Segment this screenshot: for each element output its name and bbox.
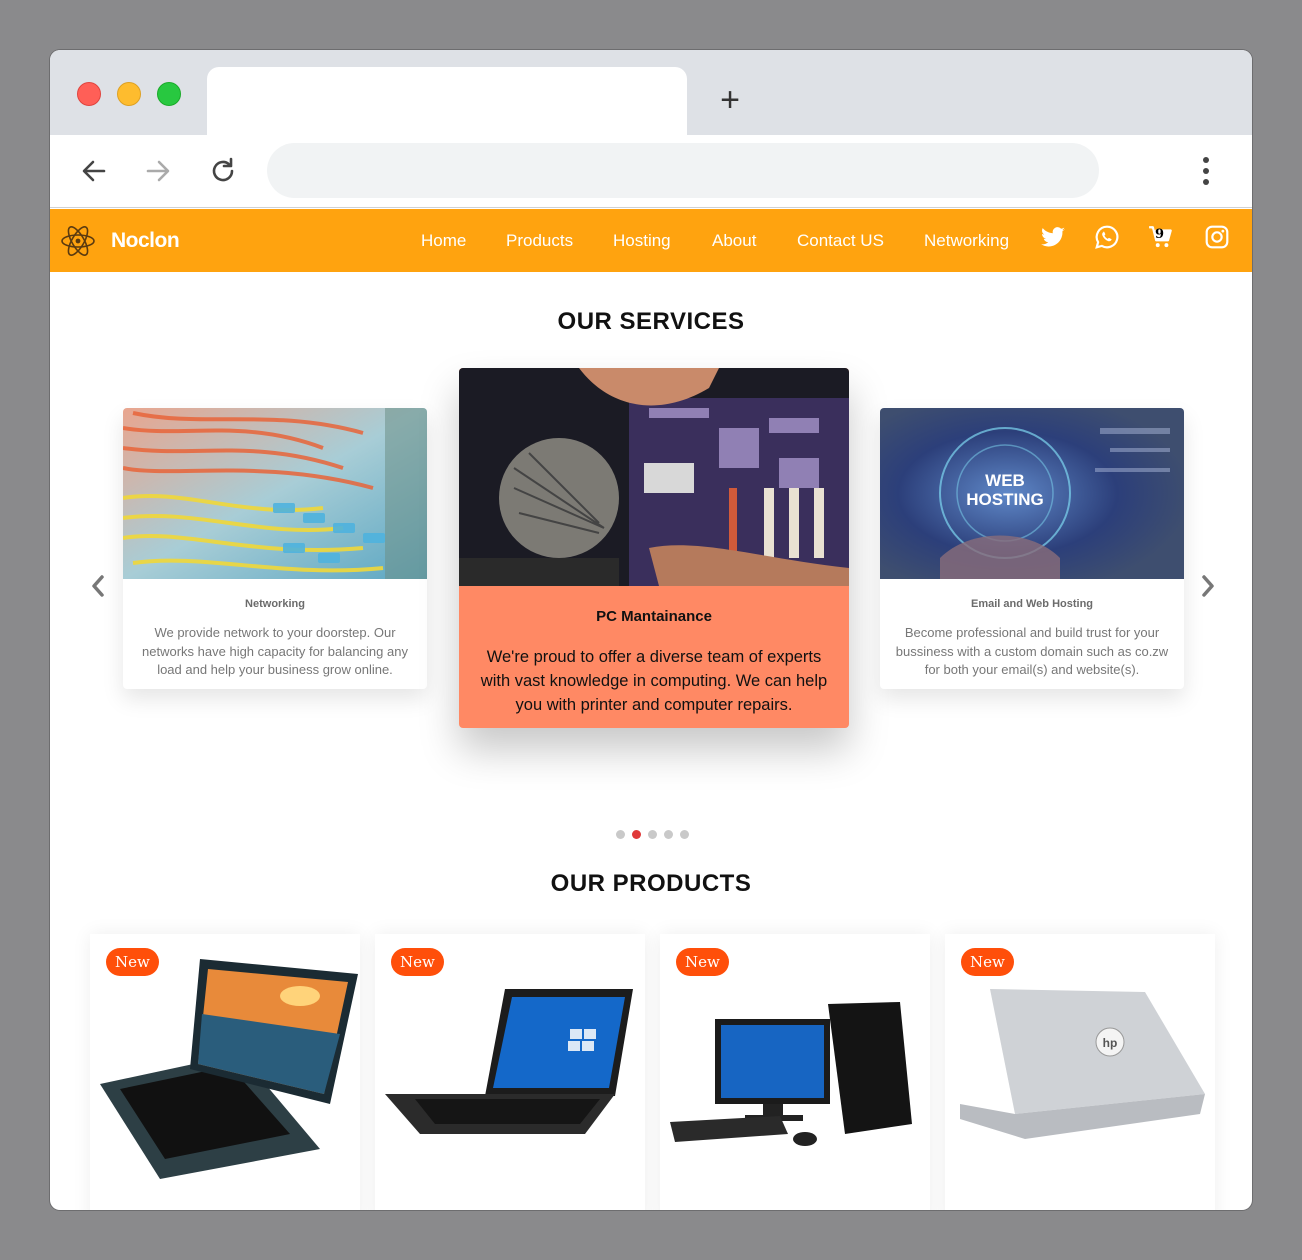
reload-button[interactable] [205,153,241,189]
product-card[interactable]: hp New [945,934,1215,1210]
nav-home[interactable]: Home [421,231,466,251]
product-card[interactable]: New [90,934,360,1210]
services-heading: OUR SERVICES [557,308,745,335]
pager-dot[interactable] [648,830,657,839]
nav-products[interactable]: Products [506,231,573,251]
reload-icon [212,157,234,182]
tab-strip: + [50,50,1252,135]
twitter-icon[interactable] [1040,224,1066,250]
close-window-button[interactable] [77,82,101,106]
svg-text:hp: hp [1103,1036,1118,1050]
service-description: We provide network to your doorstep. Our… [142,625,408,677]
motherboard-repair-image [459,368,849,586]
pager-dot-active[interactable] [632,830,641,839]
nav-about[interactable]: About [712,231,756,251]
browser-toolbar [50,135,1252,208]
carousel-pager [616,826,696,844]
service-title: Email and Web Hosting [970,598,1094,610]
new-badge: New [676,948,729,976]
minimize-window-button[interactable] [117,82,141,106]
pager-dot[interactable] [616,830,625,839]
new-badge: New [391,948,444,976]
atom-logo-icon[interactable] [60,223,96,259]
pager-dot[interactable] [680,830,689,839]
service-description: Become professional and build trust for … [895,625,1169,677]
arrow-right-icon [146,160,170,182]
browser-window: + Noclon Home Products Hosting About Con… [50,50,1252,1210]
instagram-icon[interactable] [1204,224,1230,250]
service-card-hosting[interactable]: WEB HOSTING Email and Web Hosting Become… [880,408,1184,689]
whatsapp-icon[interactable] [1094,224,1120,250]
nav-contact-us[interactable]: Contact US [797,231,884,251]
back-button[interactable] [76,153,112,189]
product-card[interactable]: New [660,934,930,1210]
nav-networking[interactable]: Networking [924,231,1009,251]
carousel-next-arrow[interactable] [1197,571,1219,601]
nav-hosting[interactable]: Hosting [613,231,671,251]
products-heading: OUR PRODUCTS [550,870,752,897]
product-card[interactable]: New [375,934,645,1210]
service-title: Networking [245,598,305,610]
brand-name[interactable]: Noclon [111,229,180,253]
web-hosting-image: WEB HOSTING [880,408,1184,579]
carousel-prev-arrow[interactable] [87,571,109,601]
service-card-pc-maintenance[interactable]: PC Mantainance We're proud to offer a di… [459,368,849,728]
service-card-networking[interactable]: Networking We provide network to your do… [123,408,427,689]
hosting-text: HOSTING [966,490,1043,509]
arrow-left-icon [82,160,106,182]
forward-button[interactable] [140,153,176,189]
address-bar[interactable] [267,143,1099,198]
new-badge: New [961,948,1014,976]
service-description: We're proud to offer a diverse team of e… [480,648,828,714]
network-cables-image [123,408,427,579]
cart-count-badge: 9 [1155,227,1165,242]
active-tab[interactable] [207,67,687,135]
new-badge: New [106,948,159,976]
service-title: PC Mantainance [596,608,712,625]
browser-menu-button[interactable] [1190,153,1222,189]
maximize-window-button[interactable] [157,82,181,106]
pager-dot[interactable] [664,830,673,839]
new-tab-button[interactable]: + [712,80,748,120]
site-navbar: Noclon Home Products Hosting About Conta… [50,209,1252,272]
web-text: WEB [985,471,1025,490]
